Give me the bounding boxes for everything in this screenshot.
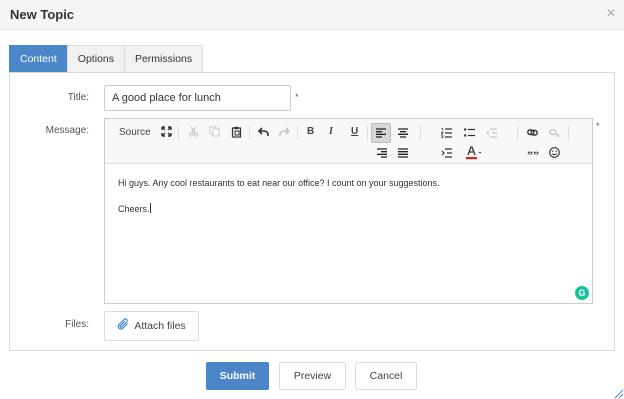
toolbar-separator bbox=[568, 126, 569, 140]
dialog-title: New Topic bbox=[10, 7, 75, 22]
align-left-icon[interactable] bbox=[371, 123, 391, 143]
message-label: Message: bbox=[45, 125, 89, 136]
editor-content[interactable]: Hi guys. Any cool restaurants to eat nea… bbox=[105, 165, 592, 303]
maximize-icon[interactable] bbox=[161, 126, 172, 137]
files-label: Files: bbox=[65, 319, 89, 330]
toolbar-separator bbox=[178, 126, 179, 140]
outdent-icon[interactable] bbox=[486, 128, 497, 138]
cancel-button[interactable]: Cancel bbox=[355, 362, 417, 390]
indent-icon[interactable] bbox=[441, 148, 452, 158]
bulleted-list-icon[interactable] bbox=[464, 128, 475, 138]
title-input[interactable] bbox=[104, 85, 291, 111]
cut-icon[interactable] bbox=[188, 126, 199, 137]
align-center-icon[interactable] bbox=[398, 128, 408, 138]
grammarly-icon[interactable]: G bbox=[575, 286, 589, 300]
preview-button[interactable]: Preview bbox=[279, 362, 346, 390]
attach-files-label: Attach files bbox=[134, 320, 186, 332]
smiley-icon[interactable] bbox=[549, 147, 560, 158]
unlink-icon[interactable] bbox=[549, 128, 560, 138]
blockquote-button[interactable]: ”” bbox=[527, 148, 539, 162]
numbered-list-icon[interactable] bbox=[441, 128, 452, 138]
bold-button[interactable]: B bbox=[307, 125, 314, 139]
toolbar-separator bbox=[517, 126, 518, 140]
title-label: Title: bbox=[67, 92, 89, 103]
underline-button[interactable]: U bbox=[351, 125, 358, 139]
submit-button[interactable]: Submit bbox=[206, 362, 269, 390]
tab-content[interactable]: Content bbox=[9, 45, 68, 73]
message-editor[interactable]: Source B I U ”” Hi guys. Any cool restau… bbox=[104, 118, 593, 304]
text-caret bbox=[149, 203, 151, 213]
copy-icon[interactable] bbox=[209, 126, 220, 137]
message-required-marker: * bbox=[596, 121, 600, 131]
paperclip-icon bbox=[117, 318, 130, 334]
italic-button[interactable]: I bbox=[329, 125, 333, 139]
editor-toolbar: Source B I U ”” bbox=[105, 119, 592, 164]
redo-icon[interactable] bbox=[279, 127, 290, 137]
toolbar-separator bbox=[249, 126, 250, 140]
resize-grip-icon[interactable] bbox=[612, 387, 624, 399]
toolbar-separator bbox=[297, 126, 298, 140]
tab-bar: Content Options Permissions bbox=[9, 45, 204, 73]
toolbar-separator bbox=[420, 126, 421, 140]
title-required-marker: * bbox=[295, 92, 299, 102]
tab-permissions[interactable]: Permissions bbox=[123, 45, 204, 73]
undo-icon[interactable] bbox=[258, 127, 269, 137]
message-line: Cheers. bbox=[118, 203, 151, 214]
source-button[interactable]: Source bbox=[119, 126, 151, 140]
justify-icon[interactable] bbox=[398, 148, 408, 158]
align-right-icon[interactable] bbox=[377, 148, 387, 158]
toolbar-separator bbox=[367, 126, 368, 140]
text-color-icon[interactable] bbox=[466, 146, 482, 160]
attach-files-button[interactable]: Attach files bbox=[104, 311, 199, 341]
tab-options[interactable]: Options bbox=[66, 45, 125, 73]
dialog-header: New Topic ✕ bbox=[0, 0, 624, 30]
close-icon[interactable]: ✕ bbox=[606, 6, 616, 20]
link-icon[interactable] bbox=[527, 128, 538, 137]
paste-icon[interactable] bbox=[231, 126, 242, 138]
message-line: Hi guys. Any cool restaurants to eat nea… bbox=[118, 178, 440, 188]
